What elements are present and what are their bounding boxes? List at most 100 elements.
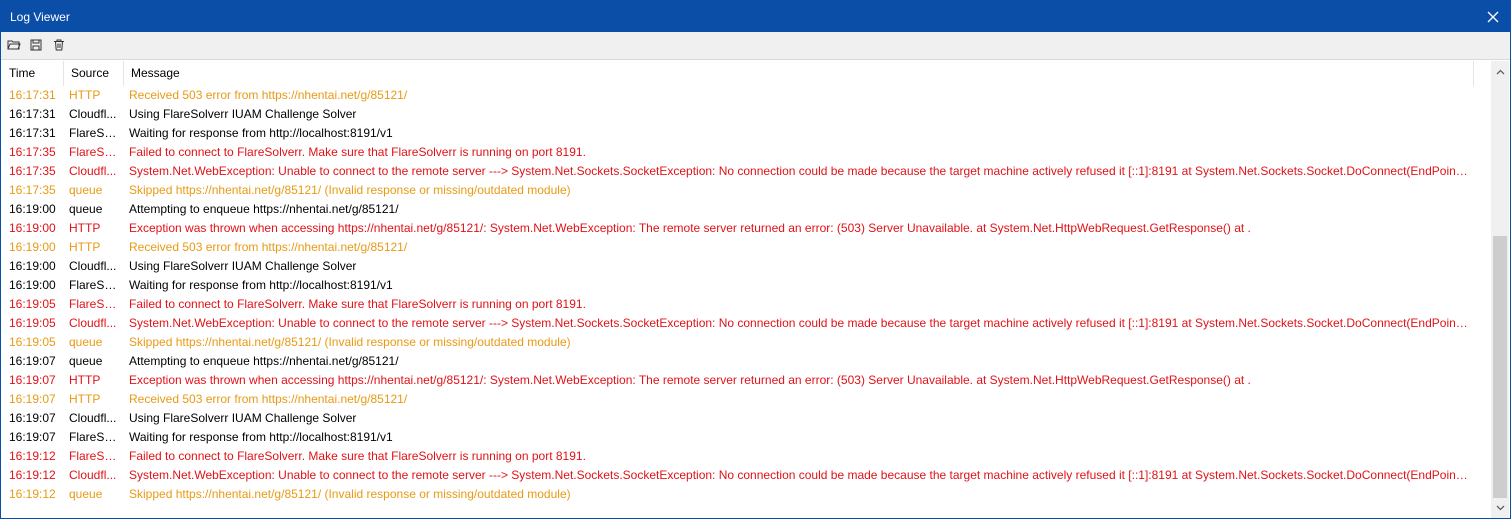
log-row[interactable]: 16:17:31 FlareSo... Waiting for response f… <box>2 124 1474 143</box>
column-header-source[interactable]: Source <box>64 61 124 86</box>
scroll-up-button[interactable] <box>1491 63 1509 80</box>
log-message-cell: Waiting for response from http://localho… <box>129 126 393 140</box>
log-source-cell: queue <box>69 487 103 501</box>
log-source-cell: FlareSo... <box>69 126 119 140</box>
close-icon <box>1487 11 1499 22</box>
log-time-cell: 16:19:12 <box>9 449 56 463</box>
log-source-cell: Cloudfl... <box>69 316 117 330</box>
trash-icon <box>54 39 64 51</box>
log-message-cell: System.Net.WebException: Unable to conne… <box>129 316 1471 330</box>
log-source-cell: queue <box>69 183 103 197</box>
window-title: Log Viewer <box>10 10 70 24</box>
log-list[interactable]: Time Source Message 16:17:31 HTTP Received… <box>2 61 1491 518</box>
log-time-cell: 16:17:31 <box>9 126 56 140</box>
log-source-cell: FlareSo... <box>69 145 119 159</box>
log-time-cell: 16:19:00 <box>9 202 56 216</box>
log-time-cell: 16:19:00 <box>9 278 56 292</box>
log-row[interactable]: 16:19:00 HTTP Received 503 error from http… <box>2 238 1474 257</box>
log-time-cell: 16:19:00 <box>9 221 56 235</box>
log-row[interactable]: 16:19:07 HTTP Exception was thrown when ac… <box>2 371 1474 390</box>
log-row[interactable]: 16:19:12 queue Skipped https://nhentai.net… <box>2 485 1474 504</box>
log-time-cell: 16:19:07 <box>9 392 56 406</box>
log-source-cell: Cloudfl... <box>69 468 117 482</box>
log-source-cell: HTTP <box>69 373 101 387</box>
log-source-cell: queue <box>69 202 103 216</box>
log-message-cell: Received 503 error from https://nhentai.… <box>129 392 408 406</box>
save-button[interactable] <box>27 36 45 54</box>
log-row[interactable]: 16:19:05 Cloudfl... System.Net.WebExceptio… <box>2 314 1474 333</box>
log-row[interactable]: 16:19:00 queue Attempting to enqueue https… <box>2 200 1474 219</box>
log-time-cell: 16:19:05 <box>9 335 56 349</box>
log-row[interactable]: 16:19:00 FlareSo... Waiting for response f… <box>2 276 1474 295</box>
log-row[interactable]: 16:17:35 Cloudfl... System.Net.WebExceptio… <box>2 162 1474 181</box>
close-button[interactable] <box>1476 1 1510 32</box>
title-bar[interactable]: Log Viewer <box>1 1 1510 32</box>
log-row[interactable]: 16:19:07 queue Attempting to enqueue https… <box>2 352 1474 371</box>
log-message-cell: Waiting for response from http://localho… <box>129 278 393 292</box>
log-message-cell: Received 503 error from https://nhentai.… <box>129 88 408 102</box>
log-row[interactable]: 16:17:31 HTTP Received 503 error from http… <box>2 86 1474 105</box>
log-row[interactable]: 16:19:12 FlareSo... Failed to connect to F… <box>2 447 1474 466</box>
scroll-down-arrow-icon <box>1496 505 1504 510</box>
scroll-down-button[interactable] <box>1491 499 1509 516</box>
log-source-cell: FlareSo... <box>69 430 119 444</box>
log-message-cell: Using FlareSolverr IUAM Challenge Solver <box>129 107 357 121</box>
log-row[interactable]: 16:19:07 HTTP Received 503 error from http… <box>2 390 1474 409</box>
save-icon <box>30 39 42 51</box>
log-row[interactable]: 16:19:00 Cloudfl... Using FlareSolverr IUA… <box>2 257 1474 276</box>
open-button[interactable] <box>5 36 23 54</box>
log-source-cell: Cloudfl... <box>69 259 117 273</box>
log-time-cell: 16:19:07 <box>9 354 56 368</box>
toolbar <box>1 32 1510 60</box>
clear-button[interactable] <box>50 36 68 54</box>
log-time-cell: 16:17:31 <box>9 88 56 102</box>
log-time-cell: 16:19:12 <box>9 468 56 482</box>
log-viewer-window: Log Viewer Time Source Message 16:17:31 … <box>0 0 1511 519</box>
log-row[interactable]: 16:19:00 HTTP Exception was thrown when ac… <box>2 219 1474 238</box>
column-header-row: Time Source Message <box>2 61 1474 86</box>
folder-open-icon <box>7 40 21 50</box>
log-source-cell: FlareSo... <box>69 449 119 463</box>
log-time-cell: 16:19:00 <box>9 259 56 273</box>
log-message-cell: Exception was thrown when accessing http… <box>129 221 1251 235</box>
column-header-time[interactable]: Time <box>2 61 64 86</box>
log-time-cell: 16:17:31 <box>9 107 56 121</box>
log-message-cell: Waiting for response from http://localho… <box>129 430 393 444</box>
log-row[interactable]: 16:17:31 Cloudfl... Using FlareSolverr IUA… <box>2 105 1474 124</box>
scroll-up-arrow-icon <box>1496 69 1504 74</box>
scrollbar-thumb[interactable] <box>1493 236 1507 498</box>
log-message-cell: System.Net.WebException: Unable to conne… <box>129 468 1471 482</box>
log-time-cell: 16:19:05 <box>9 316 56 330</box>
log-row[interactable]: 16:19:07 FlareSo... Waiting for response f… <box>2 428 1474 447</box>
log-source-cell: Cloudfl... <box>69 107 117 121</box>
log-time-cell: 16:19:05 <box>9 297 56 311</box>
log-message-cell: Using FlareSolverr IUAM Challenge Solver <box>129 259 357 273</box>
log-row[interactable]: 16:17:35 queue Skipped https://nhentai.net… <box>2 181 1474 200</box>
log-time-cell: 16:19:12 <box>9 487 56 501</box>
log-time-cell: 16:19:07 <box>9 430 56 444</box>
log-row[interactable]: 16:19:05 queue Skipped https://nhentai.net… <box>2 333 1474 352</box>
log-message-cell: Skipped https://nhentai.net/g/85121/ (In… <box>129 335 571 349</box>
log-time-cell: 16:19:00 <box>9 240 56 254</box>
log-source-cell: Cloudfl... <box>69 411 117 425</box>
log-source-cell: FlareSo... <box>69 278 119 292</box>
log-source-cell: HTTP <box>69 392 101 406</box>
log-message-cell: Failed to connect to FlareSolverr. Make … <box>129 145 586 159</box>
log-message-cell: System.Net.WebException: Unable to conne… <box>129 164 1471 178</box>
log-message-cell: Failed to connect to FlareSolverr. Make … <box>129 297 586 311</box>
log-row[interactable]: 16:19:07 Cloudfl... Using FlareSolverr IUA… <box>2 409 1474 428</box>
log-message-cell: Failed to connect to FlareSolverr. Make … <box>129 449 586 463</box>
log-message-cell: Received 503 error from https://nhentai.… <box>129 240 408 254</box>
log-row[interactable]: 16:17:35 FlareSo... Failed to connect to F… <box>2 143 1474 162</box>
log-time-cell: 16:19:07 <box>9 411 56 425</box>
log-message-cell: Using FlareSolverr IUAM Challenge Solver <box>129 411 357 425</box>
log-source-cell: FlareSo... <box>69 297 119 311</box>
vertical-scrollbar[interactable] <box>1491 61 1509 518</box>
log-source-cell: queue <box>69 335 103 349</box>
log-row[interactable]: 16:19:05 FlareSo... Failed to connect to F… <box>2 295 1474 314</box>
log-source-cell: Cloudfl... <box>69 164 117 178</box>
column-header-message[interactable]: Message <box>124 61 1474 86</box>
log-row[interactable]: 16:19:12 Cloudfl... System.Net.WebExceptio… <box>2 466 1474 485</box>
log-message-cell: Skipped https://nhentai.net/g/85121/ (In… <box>129 487 571 501</box>
log-source-cell: HTTP <box>69 221 101 235</box>
